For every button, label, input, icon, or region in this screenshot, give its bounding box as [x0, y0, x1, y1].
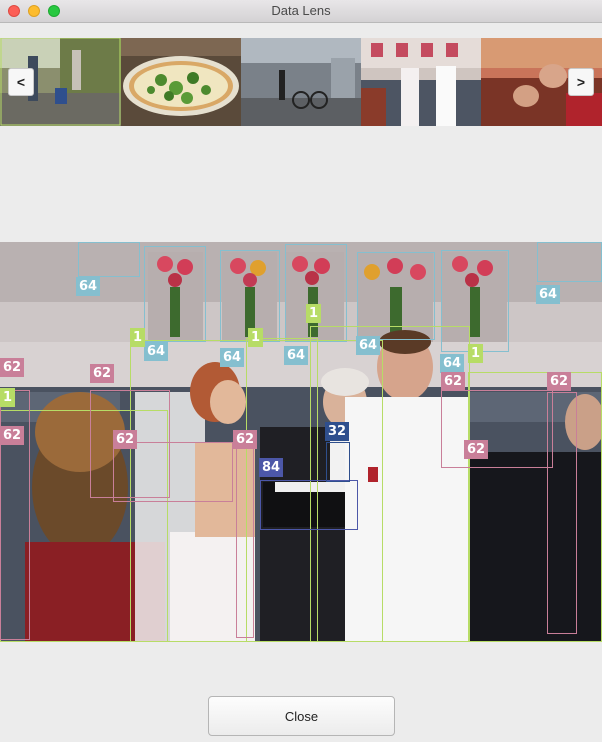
image-viewer: 64 64 64 64 64 64 64 64 1 1 1 1 1 62 62 …	[0, 242, 602, 642]
detection-label: 62	[0, 358, 25, 377]
title-bar: Data Lens	[0, 0, 602, 23]
thumbnail-wedding[interactable]	[361, 38, 481, 126]
detection-box	[547, 392, 577, 634]
detection-label: 64	[144, 342, 169, 361]
detection-label: 1	[130, 328, 146, 347]
thumbnail-pizza[interactable]	[121, 38, 241, 126]
wedding-thumb-image	[361, 38, 481, 126]
detection-box	[326, 442, 350, 482]
next-image-button[interactable]: >	[568, 68, 594, 96]
window-title: Data Lens	[271, 3, 331, 18]
detection-label: 64	[76, 277, 101, 296]
detection-label: 1	[0, 388, 16, 407]
detection-label: 62	[464, 440, 489, 459]
detection-label: 64	[284, 346, 309, 365]
detection-label: 62	[547, 372, 572, 391]
detection-box	[537, 242, 602, 282]
detection-label: 62	[441, 372, 466, 391]
detection-box	[113, 442, 233, 502]
detection-label: 62	[0, 426, 25, 445]
detection-label: 1	[306, 304, 322, 323]
detection-label: 62	[90, 364, 115, 383]
detection-label: 64	[440, 354, 465, 373]
detection-box	[144, 246, 206, 342]
detection-label: 64	[356, 336, 381, 355]
detection-label: 1	[468, 344, 484, 363]
detection-label: 84	[259, 458, 284, 477]
thumbnail-bikes-hallway[interactable]	[241, 38, 361, 126]
detection-label: 62	[113, 430, 138, 449]
pizza-image	[121, 38, 241, 126]
bikes-hallway-image	[241, 38, 361, 126]
detection-box	[260, 480, 358, 530]
detection-label: 1	[248, 328, 264, 347]
close-button[interactable]: Close	[208, 696, 395, 736]
detection-label: 62	[233, 430, 258, 449]
detection-box	[441, 390, 553, 468]
detection-label: 32	[325, 422, 350, 441]
detection-label: 64	[536, 285, 561, 304]
thumbnail-strip: < >	[0, 38, 602, 126]
detection-label: 64	[220, 348, 245, 367]
prev-image-button[interactable]: <	[8, 68, 34, 96]
detection-box	[78, 242, 140, 277]
detection-box	[236, 448, 254, 638]
